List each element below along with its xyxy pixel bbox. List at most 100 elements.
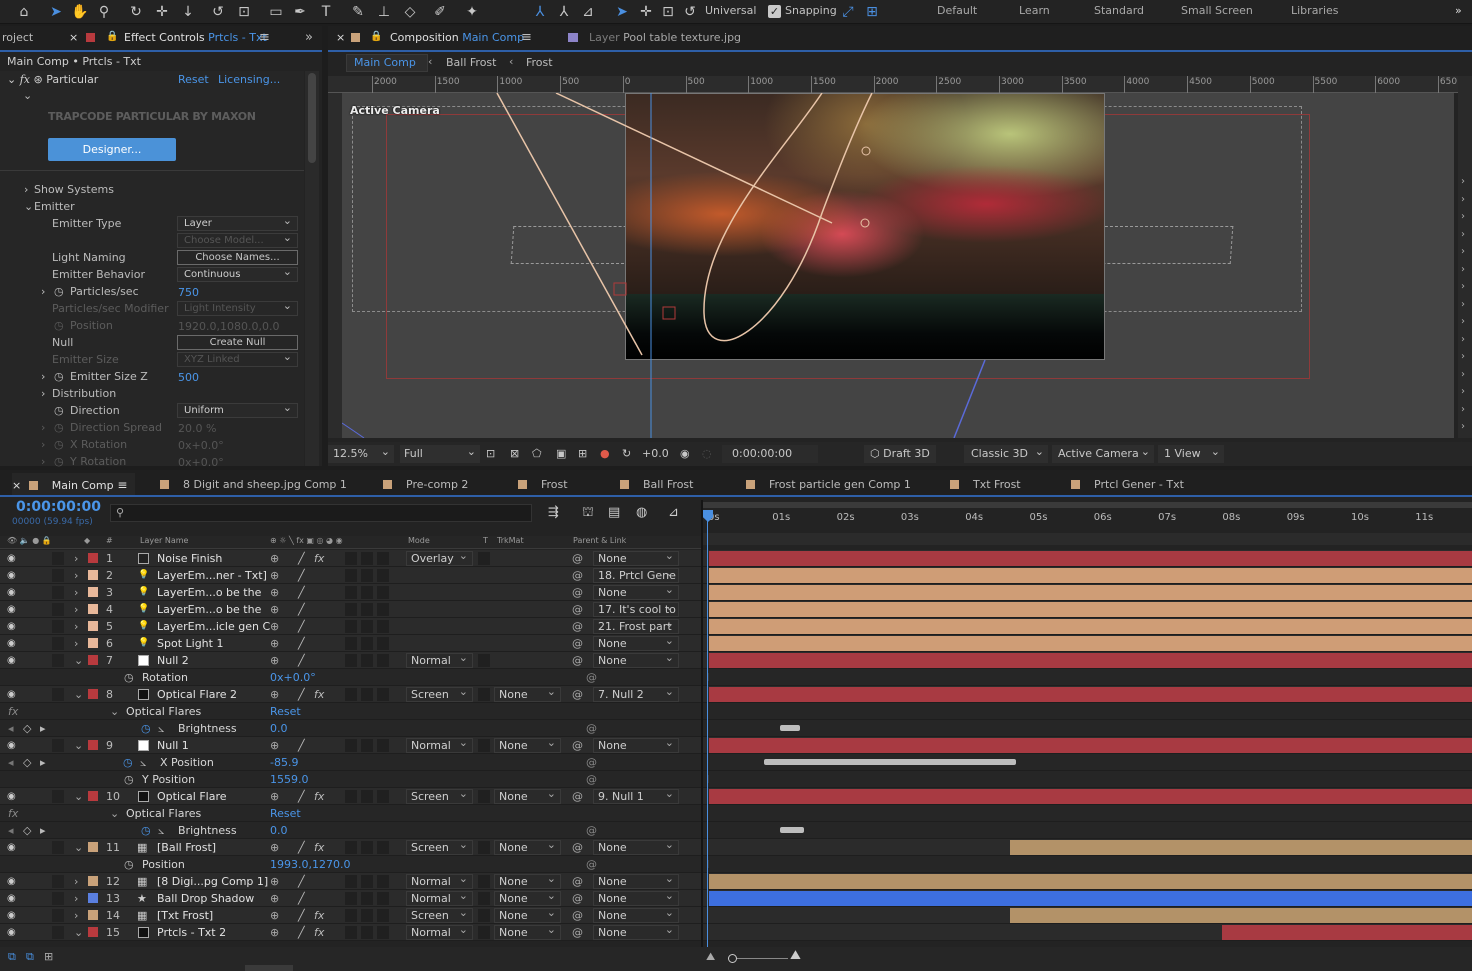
renderer-dropdown[interactable]: Classic 3D ⌄ (964, 445, 1048, 463)
shy-switch-icon[interactable]: ⊕ (270, 686, 279, 703)
fx-switch-icon[interactable]: fx (314, 686, 324, 703)
3d-switch[interactable] (377, 790, 389, 803)
effect-controls-tab[interactable]: Effect Controls Prtcls - Txt (124, 26, 267, 50)
effect-row[interactable]: Null Create Null (0, 334, 304, 351)
pickwhip-icon[interactable]: @ (572, 907, 583, 924)
keyframe-span[interactable] (780, 725, 800, 731)
universal-selection-icon[interactable]: ➤ (612, 2, 632, 22)
chevron-down-icon[interactable]: ⌄ (24, 198, 33, 215)
chevron-right-icon[interactable]: › (1461, 246, 1465, 257)
layer-name[interactable]: Spot Light 1 (157, 635, 223, 652)
solo-switch[interactable] (52, 637, 64, 650)
adjustment-switch[interactable] (361, 909, 373, 922)
close-icon[interactable]: × (336, 26, 345, 50)
layer-name[interactable]: [8 Digi...pg Comp 1] (157, 873, 268, 890)
expression-pickwhip-icon[interactable]: @ (586, 856, 597, 873)
layer-row[interactable]: ◉ › 13 ★ Ball Drop Shadow ⊕ ╱ Normal None @ None (0, 889, 1472, 907)
stopwatch-icon[interactable]: ◷ (54, 317, 64, 334)
chevron-right-icon[interactable]: › (1461, 404, 1465, 415)
layer-row[interactable]: ◉ › 12 ▦ [8 Digi...pg Comp 1]⊕ ╱ Normal None @ No… (0, 872, 1472, 890)
pickwhip-icon[interactable]: @ (572, 839, 583, 856)
property-value[interactable]: 0.0 (270, 720, 288, 737)
hand-tool-icon[interactable]: ✋ (70, 2, 90, 22)
pickwhip-icon[interactable]: @ (572, 686, 583, 703)
adjustment-switch[interactable] (361, 926, 373, 939)
chevron-down-icon[interactable]: ⌄ (23, 89, 32, 102)
timeline-tab[interactable]: Frost (518, 473, 568, 497)
pickwhip-icon[interactable]: @ (572, 618, 583, 635)
next-keyframe-icon[interactable]: ▸ (40, 720, 46, 737)
3d-switch[interactable] (377, 841, 389, 854)
fx-switch-icon[interactable]: fx (314, 907, 324, 924)
property-value[interactable]: 0.0 (270, 822, 288, 839)
rotate-tool-icon[interactable]: ↺ (208, 2, 228, 22)
property-row[interactable]: ◷Y Position1559.0@I (0, 771, 1472, 788)
solo-switch[interactable] (52, 688, 64, 701)
motion-blur-switch[interactable] (345, 739, 357, 752)
quality-switch-icon[interactable]: ╱ (298, 737, 305, 754)
chevron-right-icon[interactable]: › (1461, 176, 1465, 187)
scale-icon[interactable]: ⊡ (658, 2, 678, 22)
toggle-modes-icon[interactable]: ⊞ (44, 950, 53, 963)
layer-name[interactable]: [Txt Frost] (157, 907, 213, 924)
track-matte-dropdown[interactable]: None (494, 787, 561, 804)
layer-row[interactable]: ◉ › 4 💡 LayerEm...o be the ⊕ ╱ @17. It's cool t… (0, 600, 1472, 618)
more-workspaces-icon[interactable]: » (1455, 4, 1462, 17)
property-value[interactable]: 1559.0 (270, 771, 309, 788)
parent-dropdown[interactable]: 17. It's cool to (593, 600, 679, 617)
preserve-transparency[interactable] (478, 875, 490, 888)
property-value[interactable]: 1993.0,1270.0 (270, 856, 350, 873)
label-color[interactable] (88, 927, 98, 937)
shy-switch-icon[interactable]: ⊕ (270, 635, 279, 652)
timecode-field[interactable]: 0:00:00:00 (722, 445, 818, 463)
panel-menu-icon[interactable]: ≡ (114, 478, 127, 492)
frame-blending-icon[interactable]: ▤ (608, 505, 620, 520)
layer-row[interactable]: ◉ ⌄ 9 Null 1 ⊕ ╱ Normal None @ None (0, 736, 1472, 754)
blend-mode-dropdown[interactable]: Screen (406, 685, 473, 702)
motion-blur-switch[interactable] (345, 620, 357, 633)
label-color[interactable] (88, 893, 98, 903)
add-keyframe-icon[interactable]: ◇ (23, 720, 31, 737)
motion-blur-switch[interactable] (345, 552, 357, 565)
solo-switch[interactable] (52, 909, 64, 922)
stopwatch-icon[interactable]: ◷ (141, 822, 151, 839)
eye-icon[interactable]: ◉ (7, 737, 16, 754)
effect-property-value[interactable]: Create Null (177, 335, 298, 350)
view-axis-icon[interactable]: ⊿ (578, 2, 598, 22)
region-of-interest-icon[interactable]: ▣ (556, 445, 566, 463)
effect-row[interactable]: ◷ Position 1920.0,1080.0,0.0 (0, 317, 304, 334)
roto-brush-icon[interactable]: ✐ (430, 2, 450, 22)
layer-row[interactable]: ◉ ⌄ 8 Optical Flare 2 ⊕ ╱ fx Screen None @7. Null… (0, 685, 1472, 703)
3d-switch[interactable] (377, 552, 389, 565)
shy-switch-icon[interactable]: ⊕ (270, 618, 279, 635)
layer-bar[interactable] (1010, 908, 1472, 923)
layer-bar[interactable] (709, 619, 1472, 634)
3d-switch[interactable] (377, 688, 389, 701)
property-value[interactable]: Reset (270, 805, 301, 822)
preserve-transparency[interactable] (478, 790, 490, 803)
close-icon[interactable]: × (12, 479, 25, 492)
effect-property-value[interactable]: Layer (177, 214, 298, 231)
3d-switch[interactable] (377, 909, 389, 922)
scrollbar[interactable] (305, 71, 319, 466)
zoom-out-icon[interactable]: ⛰ (706, 950, 715, 964)
zoom-slider-handle[interactable] (728, 954, 737, 963)
chevron-right-icon[interactable]: › (1461, 351, 1465, 362)
parent-dropdown[interactable]: None (593, 583, 679, 600)
motion-blur-switch[interactable] (345, 790, 357, 803)
timeline-tab[interactable]: Prtcl Gener - Txt (1071, 473, 1184, 497)
3d-switch[interactable] (377, 586, 389, 599)
prev-keyframe-icon[interactable]: ◂ (8, 822, 14, 839)
designer-button[interactable]: Designer... (48, 138, 176, 161)
parent-dropdown[interactable]: None (593, 889, 679, 906)
stopwatch-icon[interactable]: ◷ (54, 283, 64, 300)
effect-row[interactable]: › Show Systems (0, 181, 304, 198)
solo-switch[interactable] (52, 603, 64, 616)
chevron-down-icon[interactable]: ⌄ (110, 703, 119, 720)
fx-switch-icon[interactable]: fx (314, 788, 324, 805)
quality-switch-icon[interactable]: ╱ (298, 584, 305, 601)
workspace-small-screen[interactable]: Small Screen (1181, 4, 1253, 17)
pickwhip-icon[interactable]: @ (572, 584, 583, 601)
layer-bar[interactable] (709, 585, 1472, 600)
preserve-transparency[interactable] (478, 739, 490, 752)
